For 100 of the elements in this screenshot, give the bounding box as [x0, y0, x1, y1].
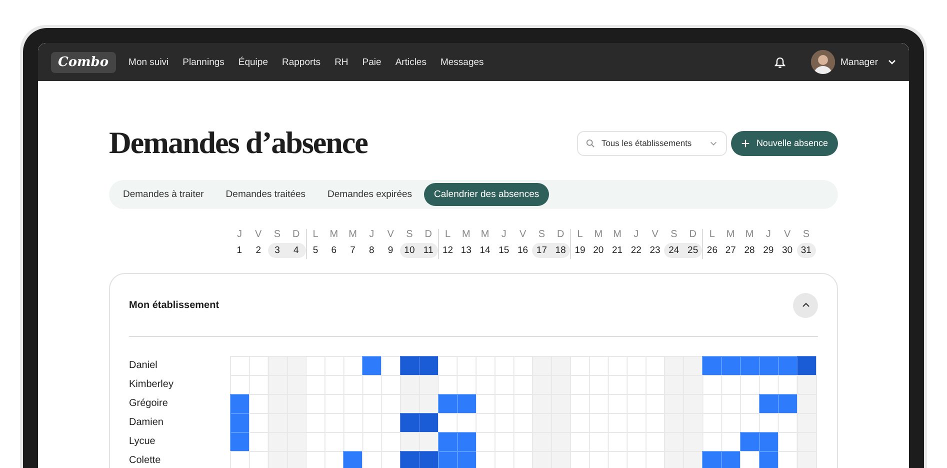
date-label: 18 [551, 243, 570, 258]
weekday-label: V [519, 229, 526, 240]
nav-link[interactable]: Paie [357, 52, 386, 72]
absence-cell[interactable] [758, 432, 778, 451]
absence-cell[interactable] [230, 394, 249, 413]
weekend-cell[interactable] [796, 413, 816, 432]
date-label: 1 [236, 244, 244, 258]
absence-cell[interactable] [758, 451, 778, 468]
absence-cell[interactable] [343, 451, 362, 468]
weekday-label: J [501, 229, 506, 240]
bell-icon[interactable] [772, 55, 786, 69]
avatar-icon[interactable] [810, 50, 834, 74]
tab[interactable]: Demandes expirées [318, 183, 422, 206]
absence-cell[interactable] [418, 451, 438, 468]
absence-cell[interactable] [721, 451, 740, 468]
weekend-cell[interactable] [418, 394, 438, 413]
weekend-cell[interactable] [796, 375, 816, 394]
employee-name: Damien [129, 416, 164, 430]
date-label: 11 [418, 243, 438, 258]
absence-cell[interactable] [758, 356, 778, 375]
weekend-cell[interactable] [683, 432, 702, 451]
page-title: Demandes d’absence [109, 125, 369, 161]
chevron-down-icon[interactable] [888, 58, 896, 66]
nav-link[interactable]: Plannings [178, 52, 230, 72]
absence-cell[interactable] [796, 356, 816, 375]
date-label: 10 [400, 243, 419, 258]
date-label: 24 [664, 243, 684, 258]
absence-cell[interactable] [740, 432, 759, 451]
absence-cell[interactable] [740, 356, 759, 375]
weekend-cell[interactable] [796, 394, 816, 413]
weekday-label: L [312, 229, 318, 240]
weekend-cell[interactable] [683, 375, 702, 394]
absence-cell[interactable] [721, 356, 740, 375]
absence-cell[interactable] [362, 356, 382, 375]
nav-link[interactable]: Mon suivi [124, 52, 174, 72]
weekday-label: L [709, 229, 715, 240]
date-label: 25 [683, 243, 702, 258]
date-label: 29 [762, 244, 775, 258]
weekend-cell[interactable] [683, 356, 702, 375]
absence-cell[interactable] [456, 432, 476, 451]
absence-cell[interactable] [778, 356, 797, 375]
absence-cell[interactable] [702, 356, 722, 375]
weekday-label: J [236, 229, 242, 240]
absence-cell[interactable] [230, 413, 249, 432]
nav-link[interactable]: Messages [435, 52, 489, 72]
date-label: 14 [478, 244, 492, 258]
date-label: 9 [386, 244, 394, 258]
weekday-label: S [802, 229, 810, 240]
weekday-label: V [255, 229, 262, 240]
weekday-label: S [274, 229, 281, 240]
weekday-label: S [538, 229, 546, 240]
date-label: 19 [574, 244, 586, 258]
absence-cell[interactable] [438, 432, 457, 451]
weekend-cell[interactable] [400, 394, 419, 413]
establishment-select[interactable]: Tous les établissements [577, 130, 728, 156]
absence-cell[interactable] [400, 451, 419, 468]
employee-name: Daniel [129, 359, 158, 373]
date-label: 15 [498, 244, 510, 258]
weekday-label: M [613, 229, 622, 240]
weekday-label: D [292, 229, 300, 240]
absence-cell[interactable] [758, 394, 778, 413]
absence-cell[interactable] [418, 356, 438, 375]
weekday-label: M [348, 229, 357, 240]
new-absence-button[interactable]: Nouvelle absence [731, 130, 838, 156]
absence-cell[interactable] [400, 356, 419, 375]
weekday-label: M [594, 229, 603, 240]
absence-cell[interactable] [702, 451, 722, 468]
weekday-label: L [444, 229, 451, 240]
absence-cell[interactable] [456, 451, 476, 468]
logo[interactable]: Combo [51, 52, 116, 72]
date-label: 16 [516, 244, 530, 258]
user-name[interactable]: Manager [840, 56, 878, 68]
absence-cell[interactable] [778, 394, 797, 413]
absence-cell[interactable] [438, 394, 457, 413]
nav-link[interactable]: Équipe [233, 52, 273, 72]
date-label: 31 [796, 243, 816, 258]
tab[interactable]: Demandes traitées [216, 183, 316, 206]
nav-link[interactable]: RH [330, 52, 354, 72]
weekend-cell[interactable] [400, 375, 419, 394]
date-label: 3 [268, 243, 287, 258]
absence-cell[interactable] [438, 451, 457, 468]
weekend-cell[interactable] [683, 451, 702, 468]
date-label: 22 [630, 244, 642, 258]
date-label: 2 [254, 244, 262, 258]
weekend-cell[interactable] [400, 432, 419, 451]
absence-cell[interactable] [456, 394, 476, 413]
nav-link[interactable]: Articles [390, 52, 432, 72]
weekday-label: D [424, 229, 432, 240]
collapse-button[interactable] [793, 292, 818, 318]
weekday-label: M [745, 229, 754, 240]
weekend-cell[interactable] [418, 375, 438, 394]
tab[interactable]: Demandes à traiter [113, 183, 214, 206]
absence-cell[interactable] [230, 432, 249, 451]
absence-cell[interactable] [400, 413, 419, 432]
absence-cell[interactable] [418, 413, 438, 432]
nav-link[interactable]: Rapports [277, 52, 326, 72]
tab[interactable]: Calendrier des absences [424, 183, 550, 206]
date-label: 23 [648, 244, 662, 258]
weekend-cell[interactable] [418, 432, 438, 451]
date-label: 13 [460, 244, 472, 258]
